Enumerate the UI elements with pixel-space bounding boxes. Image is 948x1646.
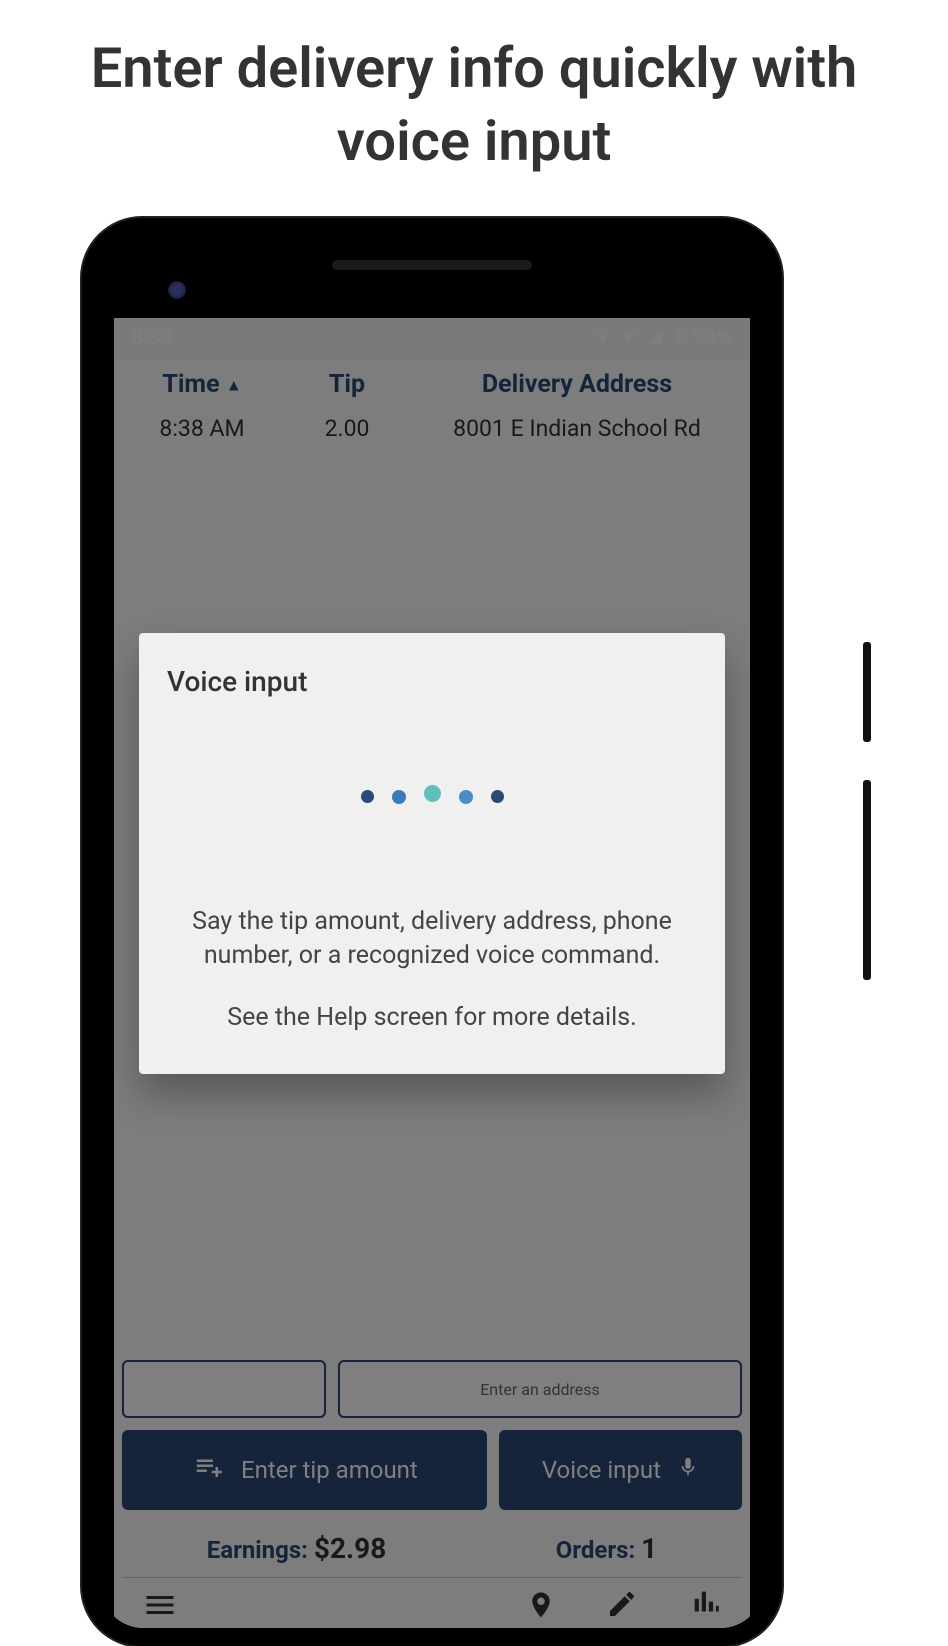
voice-input-dialog: Voice input Say the tip amount, delivery… bbox=[139, 633, 725, 1074]
dot-icon bbox=[459, 790, 473, 804]
phone-side-button bbox=[863, 780, 871, 980]
marketing-title: Enter delivery info quickly with voice i… bbox=[0, 0, 948, 198]
phone-camera bbox=[168, 281, 186, 299]
dot-icon bbox=[424, 785, 441, 802]
dialog-body-1: Say the tip amount, delivery address, ph… bbox=[167, 905, 697, 973]
phone-side-button bbox=[863, 642, 871, 742]
dot-icon bbox=[361, 790, 374, 803]
listening-indicator bbox=[167, 788, 697, 805]
phone-speaker bbox=[332, 260, 532, 270]
dot-icon bbox=[392, 790, 406, 804]
screen: 8:39 99% bbox=[114, 318, 750, 1628]
dot-icon bbox=[491, 790, 504, 803]
dialog-title: Voice input bbox=[167, 665, 697, 698]
dialog-body-2: See the Help screen for more details. bbox=[167, 1001, 697, 1035]
phone-frame: 8:39 99% bbox=[82, 218, 782, 1646]
